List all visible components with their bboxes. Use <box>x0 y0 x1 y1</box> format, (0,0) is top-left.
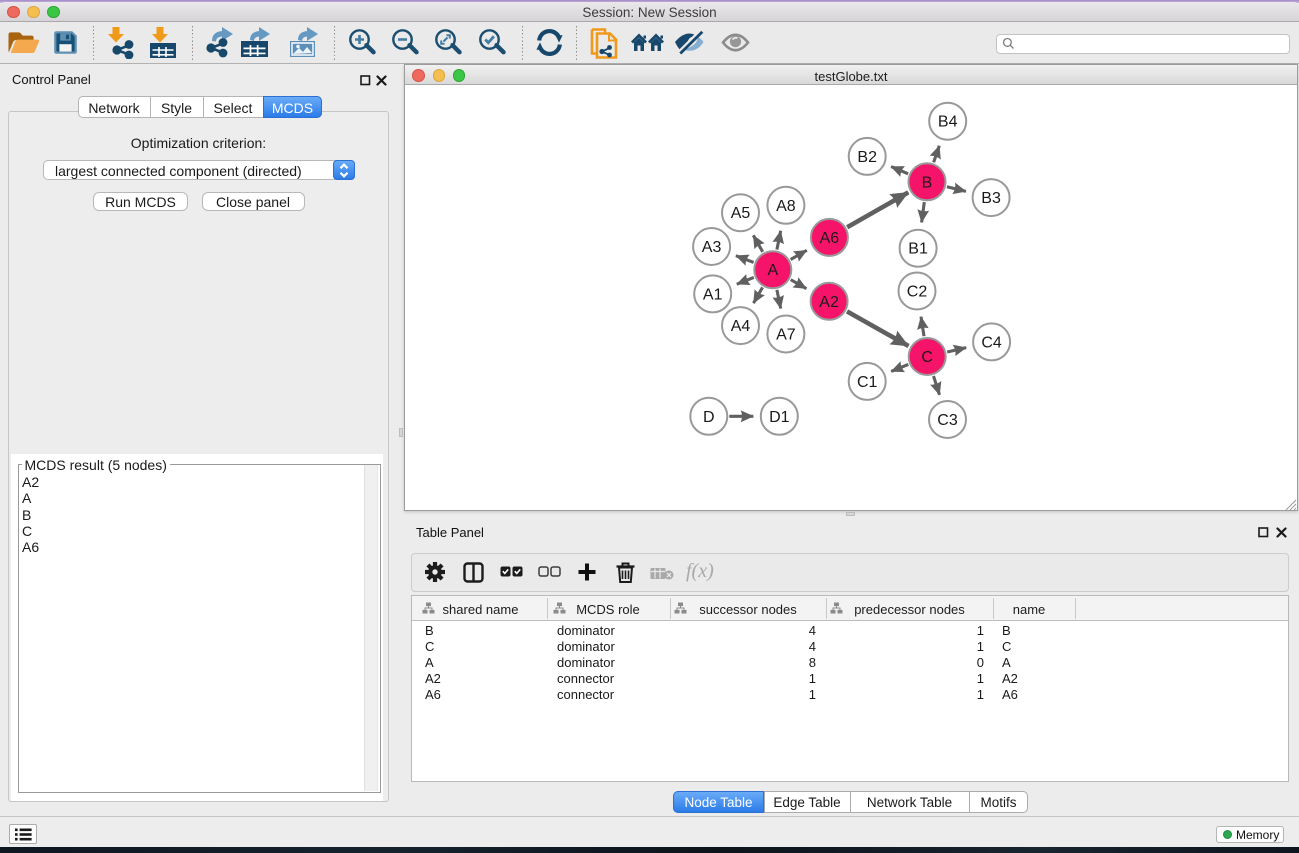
svg-text:C1: C1 <box>857 374 878 391</box>
svg-text:B3: B3 <box>981 190 1001 207</box>
svg-text:B1: B1 <box>908 241 928 258</box>
svg-text:B: B <box>922 174 933 191</box>
svg-text:A8: A8 <box>776 198 796 215</box>
svg-text:B2: B2 <box>857 149 877 166</box>
svg-text:C2: C2 <box>907 284 928 301</box>
svg-text:A7: A7 <box>776 327 796 344</box>
svg-text:D: D <box>703 409 715 426</box>
svg-text:A3: A3 <box>702 239 722 256</box>
svg-text:A1: A1 <box>703 286 723 303</box>
svg-text:A5: A5 <box>731 205 751 222</box>
svg-text:A2: A2 <box>819 294 839 311</box>
svg-text:D1: D1 <box>769 409 790 426</box>
svg-text:C: C <box>921 349 933 366</box>
svg-text:B4: B4 <box>938 114 958 131</box>
svg-text:A: A <box>767 262 778 279</box>
svg-text:C4: C4 <box>981 334 1002 351</box>
svg-text:A4: A4 <box>731 318 751 335</box>
svg-text:C3: C3 <box>937 412 958 429</box>
svg-text:A6: A6 <box>820 230 840 247</box>
